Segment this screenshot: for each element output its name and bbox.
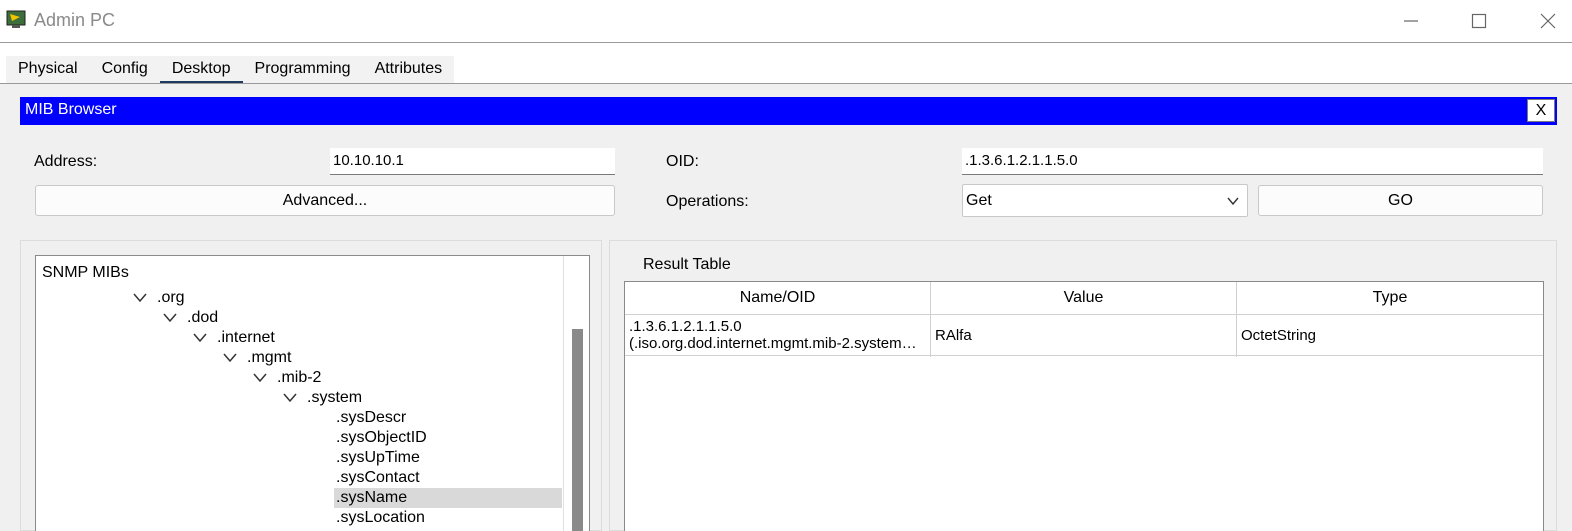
column-header-name-oid[interactable]: Name/OID xyxy=(625,282,931,314)
minimize-button[interactable] xyxy=(1391,6,1431,36)
close-window-button[interactable] xyxy=(1528,6,1568,36)
mib-close-button[interactable]: X xyxy=(1527,99,1555,122)
tab-config[interactable]: Config xyxy=(90,56,160,84)
address-field[interactable]: 10.10.10.1 xyxy=(330,148,615,175)
tree-node-sysobjectid[interactable]: .sysObjectID xyxy=(336,428,427,448)
tree-node-internet[interactable]: .internet xyxy=(217,328,275,348)
tab-physical[interactable]: Physical xyxy=(6,56,90,84)
minimize-icon xyxy=(1404,20,1418,22)
chevron-down-icon[interactable] xyxy=(223,353,237,363)
window-titlebar: Admin PC xyxy=(0,0,1572,43)
column-header-type[interactable]: Type xyxy=(1237,282,1543,314)
tab-desktop[interactable]: Desktop xyxy=(159,56,243,84)
close-icon xyxy=(1540,13,1556,29)
chevron-down-icon[interactable] xyxy=(253,373,267,383)
tree-node-sysname[interactable]: .sysName xyxy=(334,488,562,508)
oid-field[interactable]: .1.3.6.1.2.1.1.5.0 xyxy=(962,148,1543,175)
chevron-down-icon[interactable] xyxy=(133,293,147,303)
desktop-content: MIB Browser X Address: 10.10.10.1 Advanc… xyxy=(0,84,1572,531)
chevron-down-icon[interactable] xyxy=(193,333,207,343)
operations-selected-value: Get xyxy=(966,192,992,209)
cell-name-oid: .1.3.6.1.2.1.1.5.0 (.iso.org.dod.interne… xyxy=(625,315,931,357)
operations-select[interactable]: Get xyxy=(962,184,1248,217)
tree-scrollbar-thumb[interactable] xyxy=(572,329,583,531)
tab-attributes[interactable]: Attributes xyxy=(363,56,455,84)
maximize-icon xyxy=(1471,13,1487,29)
tree-node-dod[interactable]: .dod xyxy=(187,308,218,328)
tree-node-mib-2[interactable]: .mib-2 xyxy=(277,368,321,388)
mib-browser-title: MIB Browser xyxy=(25,101,117,118)
chevron-down-icon xyxy=(1227,197,1239,206)
column-header-value[interactable]: Value xyxy=(931,282,1237,314)
window-title: Admin PC xyxy=(34,10,116,30)
tree-node-sysdescr[interactable]: .sysDescr xyxy=(336,408,406,428)
mib-tree-panel: SNMP MIBs .org .dod .internet .mgmt .mib… xyxy=(20,240,602,531)
tree-node-org[interactable]: .org xyxy=(157,288,185,308)
oid-label: OID: xyxy=(666,153,699,170)
cell-value: RAlfa xyxy=(931,315,1237,357)
tree-node-mgmt[interactable]: .mgmt xyxy=(247,348,291,368)
tree-root-snmp-mibs[interactable]: SNMP MIBs xyxy=(42,264,129,282)
result-panel: Result Table Name/OID Value Type .1.3.6.… xyxy=(609,240,1557,531)
device-tabs: Physical Config Desktop Programming Attr… xyxy=(0,44,1572,84)
tab-programming[interactable]: Programming xyxy=(243,56,363,84)
go-button[interactable]: GO xyxy=(1258,185,1543,216)
cell-oid-name: (.iso.org.dod.internet.mgmt.mib-2.system… xyxy=(629,335,917,352)
tree-node-syscontact[interactable]: .sysContact xyxy=(336,468,420,488)
tree-node-system[interactable]: .system xyxy=(307,388,362,408)
cell-type: OctetString xyxy=(1241,327,1317,344)
operations-label: Operations: xyxy=(666,193,749,210)
tree-node-syslocation[interactable]: .sysLocation xyxy=(336,508,425,528)
tree-node-sysuptime[interactable]: .sysUpTime xyxy=(336,448,420,468)
table-row[interactable]: .1.3.6.1.2.1.1.5.0 (.iso.org.dod.interne… xyxy=(625,314,1543,357)
mib-browser-header: MIB Browser X xyxy=(20,97,1557,125)
packet-tracer-pc-icon xyxy=(6,10,26,28)
maximize-button[interactable] xyxy=(1459,6,1499,36)
advanced-button[interactable]: Advanced... xyxy=(35,185,615,216)
chevron-down-icon[interactable] xyxy=(163,313,177,323)
mib-tree[interactable]: SNMP MIBs .org .dod .internet .mgmt .mib… xyxy=(35,255,590,531)
result-table-title: Result Table xyxy=(643,256,731,273)
address-label: Address: xyxy=(34,153,98,170)
cell-oid: .1.3.6.1.2.1.1.5.0 xyxy=(629,318,742,335)
result-table: Name/OID Value Type .1.3.6.1.2.1.1.5.0 (… xyxy=(624,281,1544,531)
tree-scrollbar[interactable] xyxy=(563,256,589,531)
chevron-down-icon[interactable] xyxy=(283,393,297,403)
